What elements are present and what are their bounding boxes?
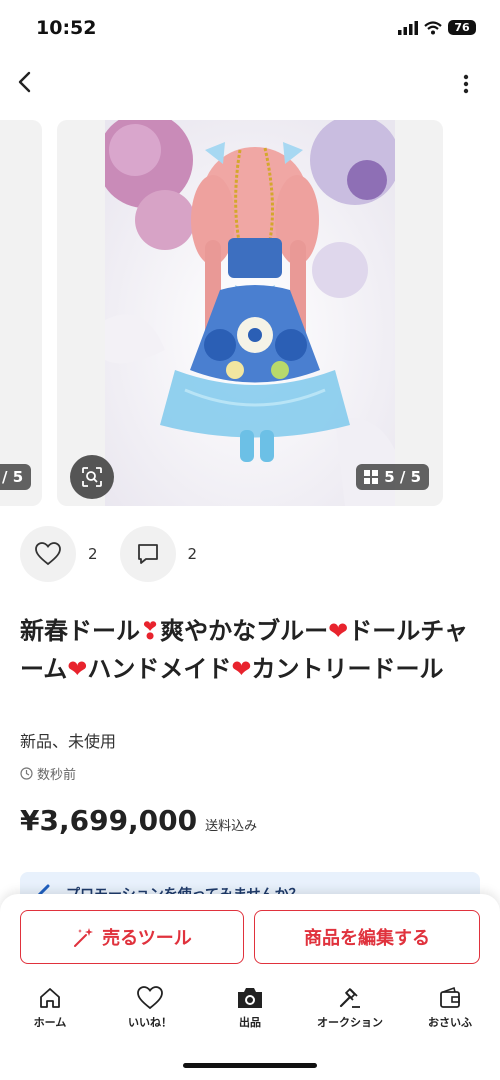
camera-icon [238, 988, 262, 1008]
tab-likes[interactable]: いいね！ [102, 986, 198, 1036]
comment-icon [137, 544, 158, 564]
grid-icon [364, 470, 379, 484]
status-icons: 76 [398, 20, 476, 35]
price-row: ¥3,699,000 送料込み [20, 804, 257, 837]
image-counter: 5 / 5 [356, 464, 429, 490]
battery-indicator: 76 [448, 20, 476, 35]
engagement-actions: 2 2 [20, 526, 219, 582]
heart-emoji-icon: ❤ [328, 617, 349, 645]
exclamation-heart-icon: ❣ [140, 617, 161, 645]
more-options-icon[interactable] [452, 70, 480, 98]
like-count: 2 [88, 545, 98, 563]
heart-emoji-icon: ❤ [67, 655, 88, 683]
home-icon [40, 988, 60, 1008]
wallet-icon [440, 986, 460, 1008]
lens-search-icon [82, 467, 102, 487]
tab-likes-label: いいね！ [128, 1016, 172, 1029]
previous-counter-text: / 5 [2, 468, 24, 486]
tab-home[interactable]: ホーム [2, 986, 98, 1036]
title-part-5: カントリードール [251, 655, 444, 683]
posted-time: 数秒前 [20, 764, 76, 783]
back-arrow-icon[interactable] [12, 68, 40, 96]
image-counter-text: 5 / 5 [384, 468, 421, 486]
comment-button[interactable] [119, 526, 176, 582]
magic-wand-icon [74, 928, 94, 947]
edit-item-label: 商品を編集する [304, 928, 430, 949]
title-part-1: 新春ドール [20, 617, 140, 645]
image-search-button[interactable] [70, 455, 114, 499]
item-price: ¥3,699,000 [20, 804, 198, 837]
signal-icon [398, 20, 418, 35]
tab-wallet-label: おさいふ [428, 1016, 472, 1029]
edit-item-button[interactable]: 商品を編集する [254, 910, 480, 964]
comment-count: 2 [187, 545, 198, 563]
heart-icon [137, 986, 163, 1010]
heart-outline-icon [35, 542, 61, 566]
posted-time-text: 数秒前 [37, 768, 77, 783]
sell-tool-label: 売るツール [102, 928, 192, 949]
status-bar: 10:52 76 [0, 0, 500, 56]
main-image-card[interactable]: 5 / 5 [57, 120, 443, 506]
clock-icon [20, 767, 33, 780]
tab-sell[interactable]: 出品 [202, 986, 298, 1036]
tab-wallet[interactable]: おさいふ [402, 986, 498, 1036]
status-time: 10:52 [36, 17, 97, 39]
home-indicator [183, 1063, 317, 1068]
tab-home-label: ホーム [33, 1016, 67, 1029]
sell-tool-button[interactable]: 売るツール [20, 910, 244, 964]
top-nav [0, 62, 500, 108]
title-part-4: ハンドメイド [87, 655, 232, 683]
image-gallery[interactable]: / 5 5 / 5 [0, 120, 500, 508]
heart-emoji-icon: ❤ [231, 655, 252, 683]
title-part-2: 爽やかなブルー [160, 617, 329, 645]
gavel-icon [339, 987, 360, 1008]
item-title: 新春ドール❣爽やかなブルー❤ドールチャーム❤ハンドメイド❤カントリードール [20, 612, 472, 688]
wifi-icon [424, 20, 442, 34]
previous-image-counter: / 5 [0, 464, 32, 490]
like-button[interactable] [20, 526, 76, 582]
previous-image-card[interactable] [0, 120, 42, 506]
bottom-action-sheet: 売るツール 商品を編集する ホーム いいね！ 出品 オークション おさいふ [0, 894, 500, 1080]
product-photo[interactable] [105, 120, 395, 506]
tab-auction[interactable]: オークション [302, 986, 398, 1036]
item-condition: 新品、未使用 [20, 732, 117, 751]
tab-auction-label: オークション [317, 1016, 383, 1029]
shipping-note: 送料込み [205, 819, 258, 834]
bottom-tab-bar: ホーム いいね！ 出品 オークション おさいふ [0, 986, 500, 1036]
tab-sell-label: 出品 [239, 1016, 261, 1029]
